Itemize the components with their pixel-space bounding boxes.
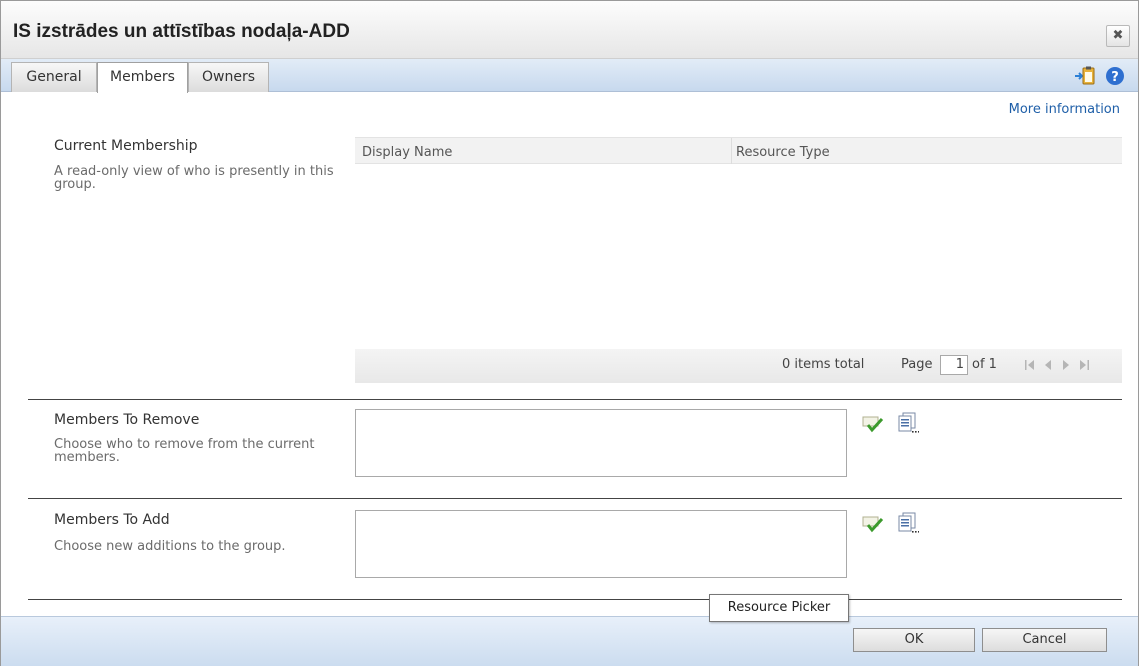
dialog-title: IS izstrādes un attīstības nodaļa-ADD <box>13 21 350 42</box>
resource-picker-tooltip: Resource Picker <box>709 594 849 622</box>
column-display-name[interactable]: Display Name <box>362 145 452 160</box>
current-membership-title: Current Membership <box>54 138 198 154</box>
tab-bar: General Members Owners ? <box>1 59 1138 93</box>
current-membership-description: A read-only view of who is presently in … <box>54 164 334 192</box>
previous-page-icon[interactable] <box>1041 358 1055 372</box>
section-divider <box>28 399 1122 400</box>
tab-owners[interactable]: Owners <box>188 62 269 92</box>
first-page-icon[interactable] <box>1023 358 1037 372</box>
column-divider <box>731 138 732 164</box>
page-count: of 1 <box>972 357 997 372</box>
tab-general[interactable]: General <box>11 62 97 92</box>
column-resource-type[interactable]: Resource Type <box>736 145 830 160</box>
group-dialog: IS izstrādes un attīstības nodaļa-ADD ✖ … <box>0 0 1139 666</box>
next-page-icon[interactable] <box>1059 358 1073 372</box>
section-divider <box>28 498 1122 499</box>
membership-grid: Display Name Resource Type 0 items total… <box>355 137 1122 383</box>
cancel-button[interactable]: Cancel <box>982 628 1107 652</box>
paste-icon[interactable] <box>1074 65 1096 87</box>
section-divider <box>28 599 1122 600</box>
more-information-link[interactable]: More information <box>1009 102 1120 117</box>
close-button[interactable]: ✖ <box>1106 25 1130 47</box>
page-number-input[interactable]: 1 <box>940 355 968 375</box>
members-to-add-input[interactable] <box>355 510 847 578</box>
items-total: 0 items total <box>782 357 865 372</box>
page-label: Page <box>901 357 933 372</box>
members-to-add-description: Choose new additions to the group. <box>54 539 286 554</box>
grid-footer: 0 items total Page 1 of 1 <box>355 349 1122 383</box>
close-icon: ✖ <box>1112 28 1124 43</box>
grid-header: Display Name Resource Type <box>355 137 1122 164</box>
members-to-remove-input[interactable] <box>355 409 847 477</box>
tab-members[interactable]: Members <box>97 62 188 93</box>
button-bar: OK Cancel <box>1 616 1138 666</box>
help-icon[interactable]: ? <box>1104 65 1126 87</box>
svg-text:?: ? <box>1111 70 1119 85</box>
members-to-remove-description: Choose who to remove from the current me… <box>54 437 315 465</box>
browse-list-icon[interactable] <box>897 512 919 534</box>
validate-check-icon[interactable] <box>862 514 884 534</box>
last-page-icon[interactable] <box>1077 358 1091 372</box>
members-to-add-title: Members To Add <box>54 512 170 528</box>
validate-check-icon[interactable] <box>862 414 884 434</box>
members-to-remove-title: Members To Remove <box>54 412 200 428</box>
title-bar: IS izstrādes un attīstības nodaļa-ADD ✖ <box>1 1 1138 59</box>
browse-list-icon[interactable] <box>897 412 919 434</box>
ok-button[interactable]: OK <box>853 628 975 652</box>
